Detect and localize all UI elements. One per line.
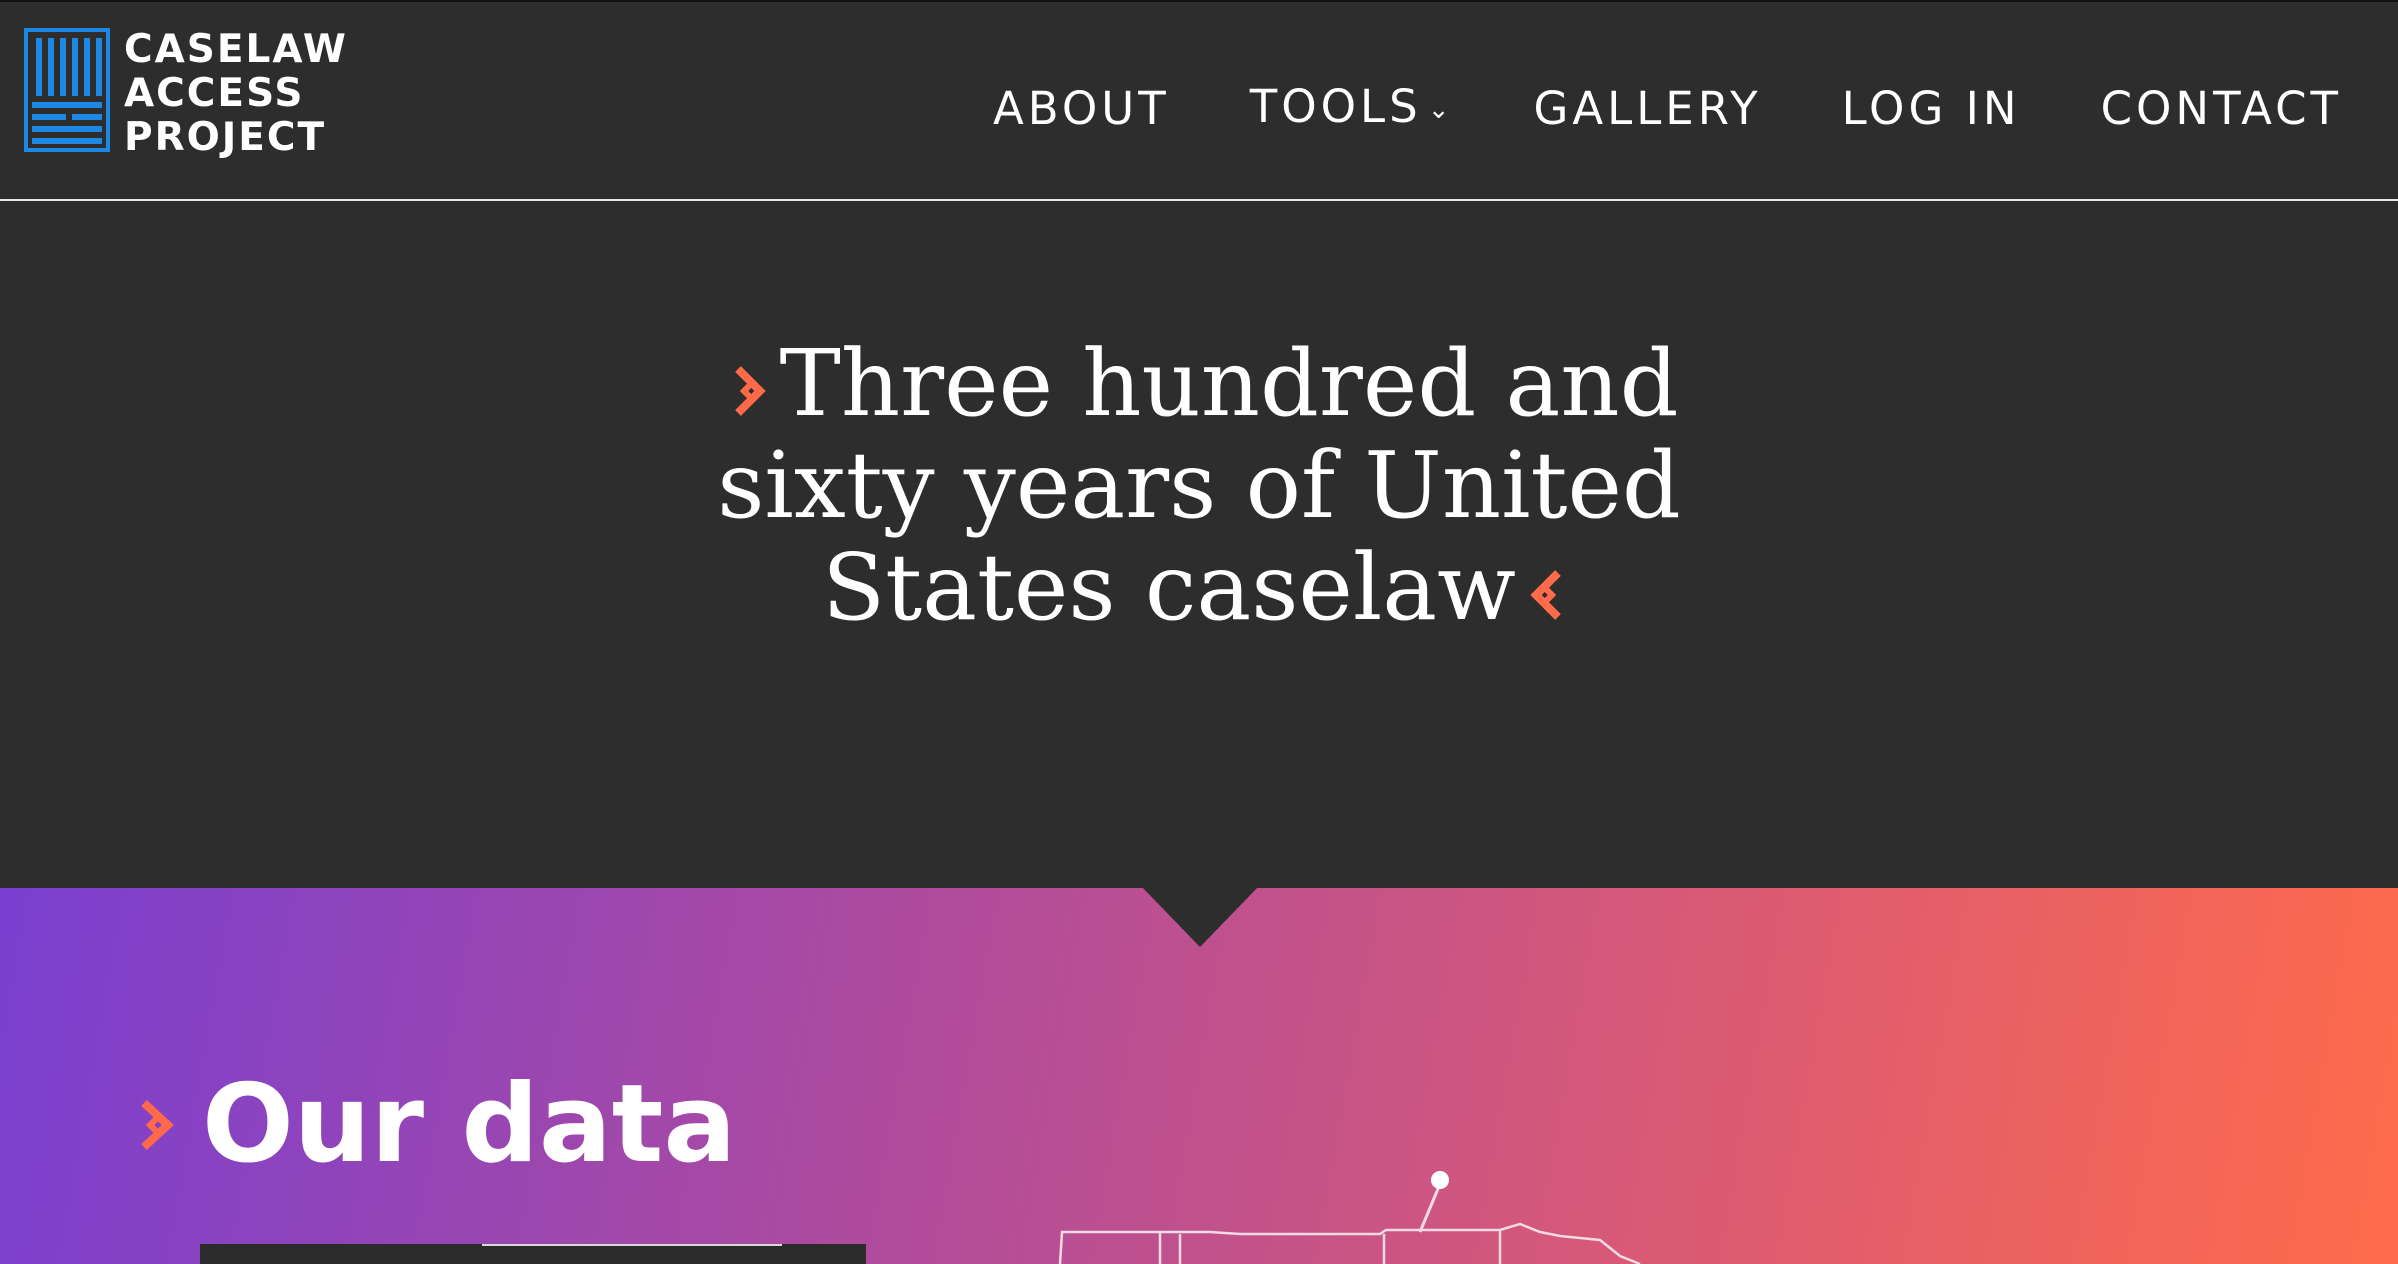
nav-contact[interactable]: CONTACT xyxy=(2101,82,2342,136)
diamond-bullet-icon xyxy=(141,1100,174,1150)
logo-line-2: ACCESS xyxy=(124,71,305,116)
main-nav: ABOUT TOOLS ⌄ GALLERY LOG IN CONTACT xyxy=(993,80,2342,137)
caselaw-logo-icon xyxy=(24,28,110,152)
logo-line-3: PROJECT xyxy=(124,115,327,160)
nav-gallery[interactable]: GALLERY xyxy=(1533,82,1761,136)
logo-line-1: CASELAW xyxy=(124,27,348,72)
site-logo-wordmark: CASELAW ACCESS PROJECT xyxy=(124,28,348,160)
us-map-illustration xyxy=(1058,1171,1641,1264)
diamond-bullet-icon xyxy=(734,366,766,416)
nav-log-in[interactable]: LOG IN xyxy=(1842,82,2021,136)
our-data-heading: Our data xyxy=(138,1060,736,1190)
section-notch-decoration xyxy=(1140,885,1260,947)
hero-title-line-3: States caselaw xyxy=(0,537,2398,639)
site-logo-link[interactable]: CASELAW ACCESS PROJECT xyxy=(24,28,348,160)
hero-section: Three hundred and sixty years of United … xyxy=(0,201,2398,1089)
diamond-bullet-end-icon xyxy=(1530,570,1561,620)
hero-title-line-2: sixty years of United xyxy=(717,432,1681,539)
hero-title: Three hundred and sixty years of United … xyxy=(0,333,2398,639)
site-header: CASELAW ACCESS PROJECT ABOUT TOOLS ⌄ GALL… xyxy=(0,2,2398,200)
chevron-down-icon: ⌄ xyxy=(1427,95,1454,125)
hero-title-line-1: Three hundred and xyxy=(0,333,2398,435)
nav-about[interactable]: ABOUT xyxy=(993,82,1170,136)
data-panel xyxy=(200,1244,866,1264)
nav-tools-label: TOOLS xyxy=(1249,80,1422,133)
nav-tools[interactable]: TOOLS ⌄ xyxy=(1250,80,1454,137)
data-panel-highlight xyxy=(482,1244,782,1246)
